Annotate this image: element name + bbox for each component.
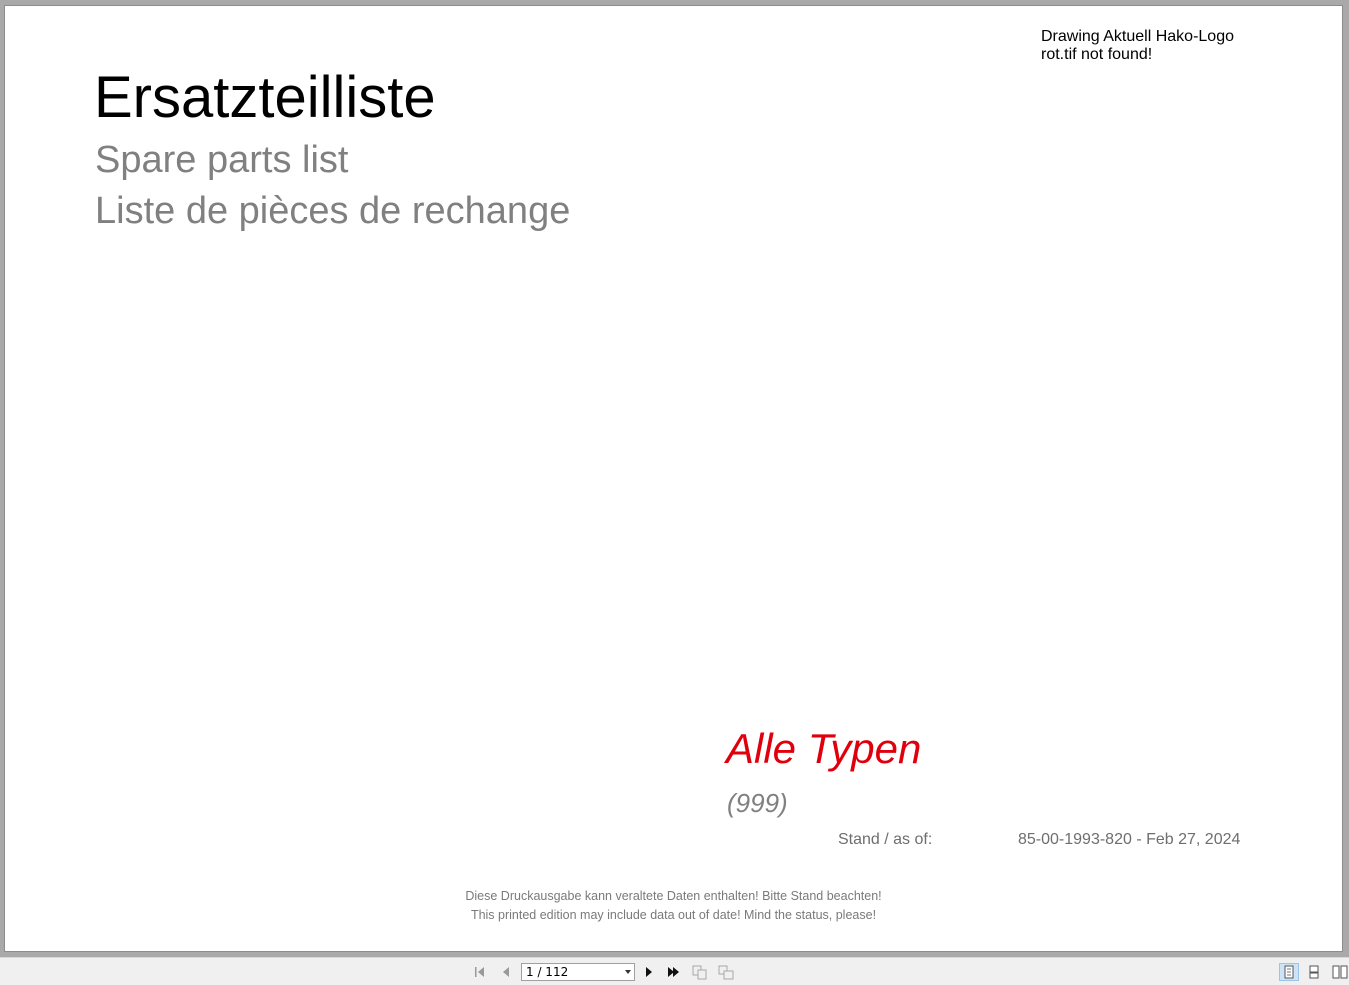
- single-page-view-button[interactable]: [1279, 963, 1299, 981]
- disclaimer-english: This printed edition may include data ou…: [470, 908, 877, 922]
- type-name: Alle Typen: [726, 725, 922, 772]
- previous-page-button[interactable]: [496, 963, 516, 981]
- last-page-icon: [668, 967, 679, 977]
- previous-page-icon: [503, 967, 509, 977]
- move-pages-icon: [718, 965, 734, 980]
- continuous-view-icon: [1309, 965, 1319, 979]
- document-viewer: Drawing Aktuell Hako-Logo rot.tif not fo…: [0, 0, 1349, 985]
- facing-pages-view-icon: [1332, 965, 1348, 979]
- page-indicator: 1 / 112: [526, 965, 569, 979]
- subtitle-french: Liste de pièces de rechange: [95, 190, 571, 232]
- disclaimer-german: Diese Druckausgabe kann veraltete Daten …: [465, 889, 882, 903]
- next-page-icon: [646, 967, 652, 977]
- single-page-view-icon: [1284, 965, 1294, 979]
- next-page-button[interactable]: [639, 963, 659, 981]
- subtitle-english: Spare parts list: [95, 139, 349, 181]
- logo-missing-text: Drawing Aktuell Hako-Logo rot.tif not fo…: [1041, 28, 1234, 63]
- last-page-button[interactable]: [663, 963, 683, 981]
- chevron-down-icon: [625, 970, 631, 974]
- document-page: Drawing Aktuell Hako-Logo rot.tif not fo…: [4, 5, 1343, 952]
- page-number-select[interactable]: 1 / 112: [521, 963, 635, 981]
- status-value: 85-00-1993-820 - Feb 27, 2024: [1018, 831, 1241, 848]
- first-page-icon: [475, 967, 484, 977]
- facing-pages-view-button[interactable]: [1330, 963, 1349, 981]
- move-pages-button[interactable]: [716, 963, 736, 981]
- copy-pages-button[interactable]: [690, 963, 710, 981]
- type-code: (999): [727, 788, 788, 818]
- copy-pages-icon: [692, 965, 707, 980]
- continuous-view-button[interactable]: [1304, 963, 1324, 981]
- first-page-button[interactable]: [471, 963, 491, 981]
- viewer-toolbar: 1 / 112: [0, 957, 1349, 985]
- document-title: Ersatzteilliste: [94, 65, 436, 130]
- status-label: Stand / as of:: [838, 831, 933, 848]
